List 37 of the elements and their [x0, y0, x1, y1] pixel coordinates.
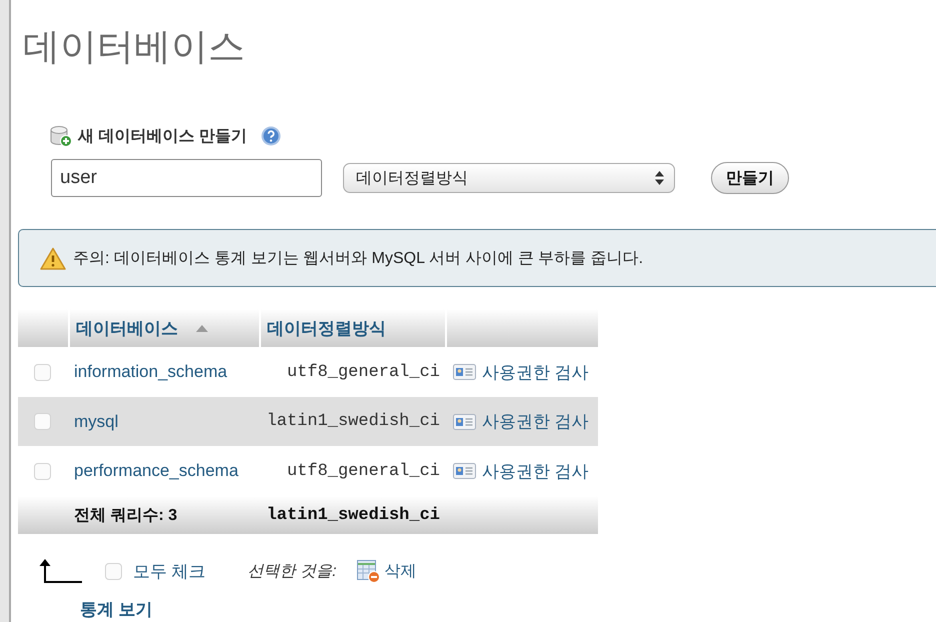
header-cell	[18, 309, 68, 347]
help-icon[interactable]	[260, 126, 281, 146]
collation-cell: utf8_general_ci	[286, 462, 440, 480]
database-link[interactable]: performance_schema	[74, 461, 238, 481]
check-privileges-link[interactable]: 사용권한 검사	[453, 460, 589, 482]
check-privileges-link[interactable]: 사용권한 검사	[453, 410, 589, 433]
column-header[interactable]: 데이터정렬방식	[259, 309, 445, 347]
database-link[interactable]: mysql	[74, 412, 118, 432]
row-checkbox[interactable]	[34, 364, 51, 380]
database-link[interactable]: information_schema	[74, 362, 228, 382]
row-checkbox[interactable]	[34, 462, 51, 480]
collation-select[interactable]: 데이터정렬방식	[343, 163, 675, 193]
check-all-checkbox[interactable]	[105, 562, 122, 580]
corner-arrow-icon	[38, 559, 82, 583]
with-selected-label: 선택한 것을:	[248, 562, 337, 582]
warning-icon	[40, 246, 66, 270]
check-all-link[interactable]: 모두 체크	[133, 560, 206, 582]
create-database-label: 새 데이터베이스 만들기	[78, 126, 247, 146]
statistics-link[interactable]: 통계 보기	[80, 601, 153, 619]
delete-button[interactable]: 삭제	[356, 559, 417, 583]
column-header[interactable]: 데이터베이스	[68, 309, 259, 347]
create-button[interactable]: 만들기	[711, 162, 789, 194]
check-privileges-link[interactable]: 사용권한 검사	[453, 360, 589, 384]
row-checkbox[interactable]	[34, 413, 51, 430]
id-card-icon	[453, 412, 476, 430]
notice-text: 주의: 데이터베이스 통계 보기는 웹서버와 MySQL 서버 사이에 큰 부하를 줍니다.	[73, 248, 644, 268]
table-delete-icon	[356, 559, 380, 583]
footer-collation: latin1_swedish_ci	[266, 506, 440, 524]
collation-cell: utf8_general_ci	[286, 362, 440, 382]
updown-arrows-icon	[655, 171, 664, 185]
database-add-icon	[50, 125, 72, 147]
page-title: 데이터베이스	[23, 25, 245, 69]
database-name-input[interactable]: user	[51, 159, 322, 197]
id-card-icon	[453, 462, 476, 480]
id-card-icon	[453, 363, 476, 381]
total-count-label: 전체 쿼리수: 3	[74, 506, 178, 526]
collation-cell: latin1_swedish_ci	[266, 412, 440, 431]
